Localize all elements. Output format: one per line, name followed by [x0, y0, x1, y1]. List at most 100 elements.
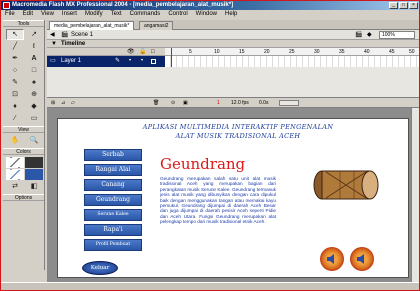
lock-dot-icon[interactable]: •: [141, 56, 143, 67]
text-tool-icon[interactable]: A: [25, 53, 43, 64]
lasso-tool-icon[interactable]: ℓ: [25, 41, 43, 52]
ink-bottle-tool-icon[interactable]: ♦: [6, 101, 24, 112]
maximize-button[interactable]: □: [399, 2, 408, 9]
menu-button-geundrang[interactable]: Geundrang: [84, 194, 142, 206]
menu-view[interactable]: View: [41, 11, 54, 17]
scene-name: Scene 1: [71, 32, 94, 38]
timeline-empty-area: [47, 67, 419, 98]
doc-tab-secondary[interactable]: angamasi2: [139, 21, 174, 30]
playhead[interactable]: [171, 48, 172, 68]
stop-sound-button[interactable]: [350, 247, 374, 271]
geundrang-drum-image: [313, 170, 379, 200]
pencil-tool-icon[interactable]: ✎: [6, 77, 24, 88]
paint-bucket-tool-icon[interactable]: ◆: [25, 101, 43, 112]
menu-button-rapai[interactable]: Rapa'i: [84, 224, 142, 236]
ruler-tick: 25: [289, 49, 295, 55]
insert-folder-icon[interactable]: ▱: [71, 98, 75, 108]
layer-name: Layer 1: [61, 58, 82, 64]
fill-color-icon[interactable]: [6, 169, 24, 180]
timeline-title: Timeline: [61, 41, 86, 47]
menu-window[interactable]: Window: [196, 11, 217, 17]
fill-swatch[interactable]: [25, 169, 43, 180]
minimize-button[interactable]: _: [389, 2, 398, 9]
outline-all-icon[interactable]: □: [151, 48, 155, 56]
edit-scene-icon[interactable]: 🎬: [355, 30, 362, 40]
tools-label: Tools: [3, 20, 44, 27]
menu-bar: File Edit View Insert Modify Text Commands Cont…: [1, 10, 419, 19]
content-description: Geundrang merupakan salah satu unit alat…: [160, 176, 276, 225]
visible-dot-icon[interactable]: •: [129, 56, 131, 67]
layer-frames[interactable]: [165, 56, 419, 67]
add-guide-icon[interactable]: ⊿: [61, 98, 65, 108]
arrow-tool-icon[interactable]: ↖: [6, 29, 24, 40]
menu-insert[interactable]: Insert: [62, 11, 77, 17]
subselect-tool-icon[interactable]: ↗: [25, 29, 43, 40]
oval-tool-icon[interactable]: ○: [6, 65, 24, 76]
layer-row[interactable]: ▭ Layer 1 ✎ • •: [47, 56, 419, 67]
timeline-scrollbar[interactable]: [279, 100, 299, 106]
insert-layer-icon[interactable]: ⊞: [51, 98, 55, 108]
zoom-select[interactable]: 100%: [379, 31, 415, 39]
scene-icon: 🎬: [61, 32, 69, 38]
menu-button-rangai-alai[interactable]: Rangai Alai: [84, 164, 142, 176]
play-sound-button[interactable]: [320, 247, 344, 271]
back-arrow-icon[interactable]: ◀: [50, 30, 55, 40]
layer-name-cell[interactable]: ▭ Layer 1 ✎ • •: [47, 56, 165, 67]
menu-modify[interactable]: Modify: [85, 11, 103, 17]
zoom-tool-icon[interactable]: 🔍: [25, 135, 43, 146]
menu-button-canang[interactable]: Canang: [84, 179, 142, 191]
onion-skin-icon[interactable]: ▣: [183, 98, 188, 108]
menu-button-serune-kalee[interactable]: Serune Kalee: [84, 209, 142, 221]
eyedropper-tool-icon[interactable]: ⁄: [6, 113, 24, 124]
eraser-tool-icon[interactable]: ▭: [25, 113, 43, 124]
delete-layer-icon[interactable]: 🗑: [153, 98, 159, 108]
ruler-tick: 40: [364, 49, 370, 55]
menu-text[interactable]: Text: [111, 11, 122, 17]
speaker-icon: [357, 254, 364, 264]
menu-control[interactable]: Control: [168, 11, 187, 17]
elapsed-time: 0.0s: [259, 100, 269, 106]
stage-vertical-scrollbar[interactable]: [411, 108, 419, 282]
menu-button-profil-pembuat[interactable]: Profil Pembuat: [84, 239, 142, 251]
stroke-color-icon[interactable]: [6, 157, 24, 168]
timeline-collapse-icon[interactable]: ▼: [51, 40, 57, 48]
menu-button-serbab[interactable]: Serbab: [84, 149, 142, 161]
fill-transform-tool-icon[interactable]: ⊕: [25, 89, 43, 100]
brush-tool-icon[interactable]: ♠: [25, 77, 43, 88]
ruler-tick: 45: [389, 49, 395, 55]
ruler-tick: 10: [214, 49, 220, 55]
status-strip: [1, 282, 419, 290]
edit-symbol-icon[interactable]: ◆: [367, 30, 372, 40]
menu-commands[interactable]: Commands: [130, 11, 161, 17]
ruler-tick: 30: [314, 49, 320, 55]
swap-colors-icon[interactable]: ⇄: [6, 181, 24, 192]
close-button[interactable]: ×: [409, 2, 418, 9]
pen-tool-icon[interactable]: ✒: [6, 53, 24, 64]
layer-icon: ▭: [50, 58, 56, 64]
menu-help[interactable]: Help: [225, 11, 237, 17]
menu-edit[interactable]: Edit: [23, 11, 33, 17]
pencil-edit-icon: ✎: [115, 58, 121, 64]
stage-heading-1: APLIKASI MULTIMEDIA INTERAKTIF PENGENALA…: [142, 123, 334, 131]
free-transform-tool-icon[interactable]: ⊡: [6, 89, 24, 100]
rectangle-tool-icon[interactable]: □: [25, 65, 43, 76]
center-frame-icon[interactable]: ⊙: [171, 98, 175, 108]
line-tool-icon[interactable]: ╱: [6, 41, 24, 52]
timeline-header[interactable]: ▼ Timeline: [47, 40, 419, 48]
lock-all-icon[interactable]: 🔒: [139, 48, 146, 56]
menu-file[interactable]: File: [5, 11, 15, 17]
ruler-tick: 35: [339, 49, 345, 55]
outline-swatch-icon[interactable]: [151, 59, 156, 64]
show-hide-all-icon[interactable]: 👁: [127, 48, 135, 56]
current-frame: 1: [217, 100, 220, 106]
document-area: media_pembelajaran_alat_musik* angamasi2…: [47, 20, 419, 282]
instrument-menu: Serbab Rangai Alai Canang Geundrang Seru…: [84, 149, 142, 254]
stroke-swatch[interactable]: [25, 157, 43, 168]
keyframe-cell[interactable]: [165, 56, 170, 67]
doc-tab-active[interactable]: media_pembelajaran_alat_musik*: [49, 21, 135, 30]
stage-canvas[interactable]: APLIKASI MULTIMEDIA INTERAKTIF PENGENALA…: [57, 118, 409, 278]
hand-tool-icon[interactable]: ✋: [6, 135, 24, 146]
default-colors-icon[interactable]: ◧: [25, 181, 43, 192]
ruler-tick: 15: [239, 49, 245, 55]
exit-button[interactable]: Keluar: [82, 261, 118, 275]
